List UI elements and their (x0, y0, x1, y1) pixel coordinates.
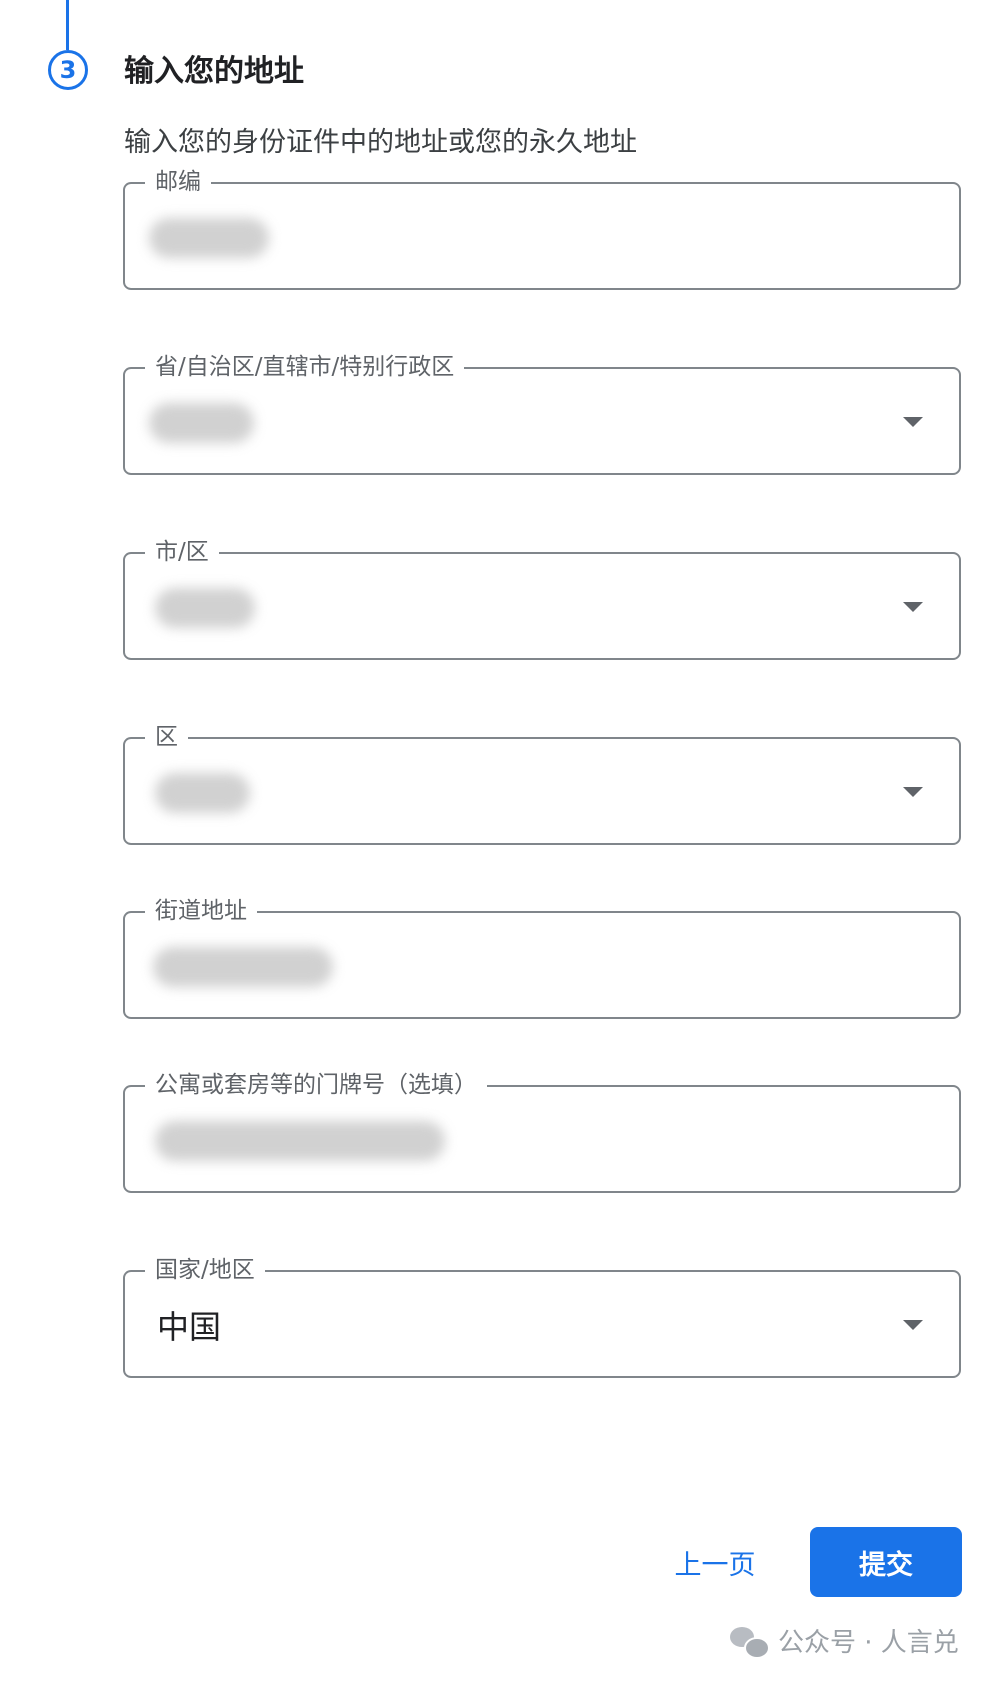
district-label: 区 (145, 719, 188, 755)
country-select[interactable]: 国家/地区 中国 (123, 1252, 961, 1378)
postal-code-value-redacted (149, 218, 269, 258)
apartment-number-label: 公寓或套房等的门牌号（选填） (145, 1067, 487, 1103)
province-label: 省/自治区/直辖市/特别行政区 (145, 349, 465, 385)
province-dropdown-arrow-icon[interactable] (903, 417, 923, 427)
step-subtitle: 输入您的身份证件中的地址或您的永久地址 (124, 127, 637, 158)
step-number-badge: 3 (48, 50, 88, 90)
apartment-number-value-redacted (155, 1121, 445, 1161)
country-dropdown-arrow-icon[interactable] (903, 1320, 923, 1330)
wechat-icon (730, 1625, 770, 1659)
street-address-value-redacted (153, 947, 333, 987)
city-dropdown-arrow-icon[interactable] (903, 602, 923, 612)
district-dropdown-arrow-icon[interactable] (903, 787, 923, 797)
district-select[interactable]: 区 (123, 719, 961, 845)
step-connector-line (66, 0, 69, 50)
apartment-number-field[interactable]: 公寓或套房等的门牌号（选填） (123, 1067, 961, 1193)
province-value-redacted (149, 403, 254, 443)
city-label: 市/区 (145, 534, 219, 570)
street-address-field[interactable]: 街道地址 (123, 893, 961, 1019)
city-select[interactable]: 市/区 (123, 534, 961, 660)
street-address-label: 街道地址 (145, 893, 257, 929)
step-title: 输入您的地址 (124, 54, 304, 89)
watermark: 公众号 · 人言兑 (730, 1622, 959, 1659)
district-value-redacted (155, 773, 250, 813)
country-value: 中国 (157, 1308, 222, 1346)
city-value-redacted (155, 588, 255, 628)
previous-page-button[interactable]: 上一页 (660, 1528, 770, 1596)
watermark-text: 公众号 · 人言兑 (778, 1628, 959, 1658)
postal-code-field[interactable]: 邮编 (123, 164, 961, 290)
country-label: 国家/地区 (145, 1252, 265, 1288)
postal-code-label: 邮编 (145, 164, 211, 200)
province-select[interactable]: 省/自治区/直辖市/特别行政区 (123, 349, 961, 475)
submit-button[interactable]: 提交 (810, 1527, 962, 1597)
